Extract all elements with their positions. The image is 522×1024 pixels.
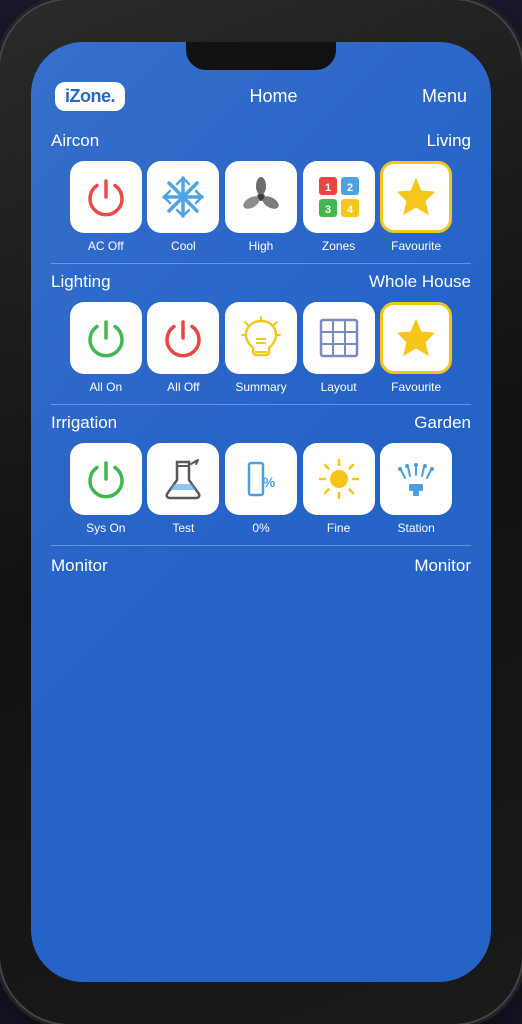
fine-box[interactable] [303, 443, 375, 515]
power-red2-icon [161, 316, 205, 360]
lighting-value: Whole House [369, 272, 471, 292]
percent-label: 0% [252, 521, 269, 535]
station-item[interactable]: Station [377, 443, 455, 535]
test-item[interactable]: Test [145, 443, 223, 535]
favourite2-box[interactable] [380, 302, 452, 374]
layout-icon [316, 315, 362, 361]
layout-label: Layout [321, 380, 357, 394]
high-box[interactable] [225, 161, 297, 233]
lighting-section: Lighting Whole House All On [31, 264, 491, 400]
favourite2-label: Favourite [391, 380, 441, 394]
fine-item[interactable]: Fine [300, 443, 378, 535]
sys-on-box[interactable] [70, 443, 142, 515]
snowflake-icon [160, 174, 206, 220]
header-title: Home [249, 86, 297, 107]
percent-item[interactable]: % 0% [222, 443, 300, 535]
all-off-label: All Off [167, 380, 199, 394]
monitor-section: Monitor Monitor [31, 546, 491, 582]
high-label: High [249, 239, 274, 253]
zones-label: Zones [322, 239, 355, 253]
sys-on-label: Sys On [86, 521, 125, 535]
aircon-header: Aircon Living [51, 123, 471, 161]
power-green2-icon [84, 457, 128, 501]
lighting-header: Lighting Whole House [51, 264, 471, 302]
screen-content: iZone. Home Menu Aircon Living [31, 42, 491, 982]
cool-box[interactable] [147, 161, 219, 233]
station-label: Station [397, 521, 434, 535]
high-item[interactable]: High [222, 161, 300, 253]
ac-off-item[interactable]: AC Off [67, 161, 145, 253]
irrigation-header: Irrigation Garden [51, 405, 471, 443]
cool-label: Cool [171, 239, 196, 253]
svg-text:%: % [263, 474, 276, 490]
aircon-grid: AC Off [51, 161, 471, 259]
ac-off-box[interactable] [70, 161, 142, 233]
percent-box[interactable]: % [225, 443, 297, 515]
star-icon [394, 175, 438, 219]
sprinkler-icon [393, 456, 439, 502]
header: iZone. Home Menu [31, 74, 491, 123]
bar-percent-icon: % [239, 457, 283, 501]
aircon-label: Aircon [51, 131, 99, 151]
lighting-label: Lighting [51, 272, 111, 292]
favourite2-item[interactable]: Favourite [377, 302, 455, 394]
star2-icon [394, 316, 438, 360]
aircon-value: Living [427, 131, 471, 151]
notch [186, 42, 336, 70]
irrigation-value: Garden [414, 413, 471, 433]
all-on-item[interactable]: All On [67, 302, 145, 394]
monitor-right: Monitor [414, 556, 471, 576]
irrigation-label: Irrigation [51, 413, 117, 433]
ac-off-label: AC Off [88, 239, 124, 253]
all-off-item[interactable]: All Off [145, 302, 223, 394]
test-box[interactable] [147, 443, 219, 515]
station-box[interactable] [380, 443, 452, 515]
monitor-left: Monitor [51, 556, 108, 576]
all-on-label: All On [89, 380, 122, 394]
logo: iZone. [55, 82, 125, 111]
test-label: Test [172, 521, 194, 535]
summary-label: Summary [235, 380, 286, 394]
bulb-icon [238, 315, 284, 361]
cool-item[interactable]: Cool [145, 161, 223, 253]
all-off-box[interactable] [147, 302, 219, 374]
svg-text:2: 2 [347, 182, 353, 194]
sun-icon [316, 456, 362, 502]
power-off-icon [84, 175, 128, 219]
power-green-icon [84, 316, 128, 360]
lighting-grid: All On All Off [51, 302, 471, 400]
flask-icon [160, 456, 206, 502]
summary-item[interactable]: Summary [222, 302, 300, 394]
zones-box[interactable]: 1 2 3 4 [303, 161, 375, 233]
svg-text:1: 1 [325, 182, 331, 194]
irrigation-grid: Sys On [51, 443, 471, 541]
menu-button[interactable]: Menu [422, 86, 467, 107]
zones-icon: 1 2 3 4 [315, 173, 363, 221]
all-on-box[interactable] [70, 302, 142, 374]
irrigation-section: Irrigation Garden Sys On [31, 405, 491, 541]
favourite1-label: Favourite [391, 239, 441, 253]
favourite1-box[interactable] [380, 161, 452, 233]
favourite1-item[interactable]: Favourite [377, 161, 455, 253]
layout-item[interactable]: Layout [300, 302, 378, 394]
aircon-section: Aircon Living AC Off [31, 123, 491, 259]
logo-text: iZone. [65, 86, 115, 107]
fine-label: Fine [327, 521, 350, 535]
summary-box[interactable] [225, 302, 297, 374]
phone-frame: iZone. Home Menu Aircon Living [0, 0, 522, 1024]
svg-text:4: 4 [347, 204, 354, 216]
layout-box[interactable] [303, 302, 375, 374]
zones-item[interactable]: 1 2 3 4 Zones [300, 161, 378, 253]
fan-icon [238, 174, 284, 220]
sys-on-item[interactable]: Sys On [67, 443, 145, 535]
svg-text:3: 3 [325, 204, 331, 216]
phone-screen: iZone. Home Menu Aircon Living [31, 42, 491, 982]
